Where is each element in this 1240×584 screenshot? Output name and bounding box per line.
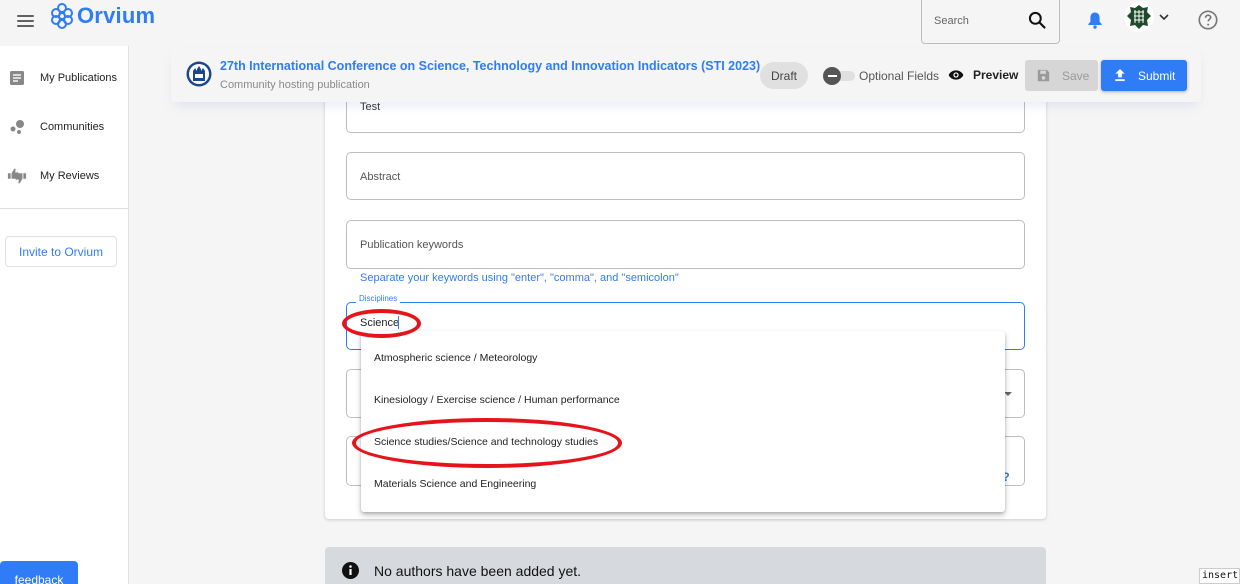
upload-icon bbox=[1115, 69, 1125, 82]
document-icon bbox=[7, 68, 27, 88]
communities-icon bbox=[7, 117, 27, 137]
search-field[interactable] bbox=[921, 0, 1060, 44]
community-logo[interactable] bbox=[186, 61, 212, 87]
orvium-logo[interactable]: Orvium bbox=[50, 2, 155, 30]
disciplines-label: Disciplines bbox=[356, 294, 401, 303]
preview-button[interactable]: Preview bbox=[948, 60, 1018, 90]
sidebar: My Publications Communities My Reviews I… bbox=[0, 46, 129, 584]
reviews-icon bbox=[7, 166, 27, 186]
bell-icon[interactable] bbox=[1085, 10, 1105, 30]
keywords-placeholder: Publication keywords bbox=[360, 239, 464, 251]
submit-button[interactable]: Submit bbox=[1101, 60, 1187, 91]
abstract-placeholder: Abstract bbox=[360, 171, 401, 183]
sidebar-item-label: My Reviews bbox=[40, 170, 100, 182]
sidebar-item-label: My Publications bbox=[40, 72, 118, 84]
discipline-option[interactable]: Materials Science and Engineering bbox=[361, 463, 1005, 505]
sidebar-item-my-publications[interactable]: My Publications bbox=[0, 58, 129, 98]
orvium-logo-icon bbox=[51, 3, 73, 29]
help-icon[interactable] bbox=[1197, 9, 1219, 31]
info-icon bbox=[342, 562, 359, 579]
brand-name: Orvium bbox=[77, 3, 156, 28]
search-icon[interactable] bbox=[1027, 10, 1047, 30]
toggle-thumb[interactable] bbox=[823, 67, 841, 85]
top-bar: Orvium bbox=[0, 0, 1240, 46]
disciplines-input[interactable] bbox=[360, 315, 960, 331]
publication-header: 27th International Conference on Science… bbox=[171, 48, 1201, 102]
eye-icon bbox=[948, 70, 964, 80]
disciplines-autocomplete: Atmospheric science / Meteorology Kinesi… bbox=[361, 331, 1005, 512]
status-badge: Draft bbox=[760, 62, 808, 89]
title-value: Test bbox=[360, 101, 381, 113]
sidebar-item-label: Communities bbox=[40, 121, 105, 133]
search-input[interactable] bbox=[934, 11, 1024, 31]
discipline-option[interactable]: Kinesiology / Exercise science / Human p… bbox=[361, 379, 1005, 421]
optional-fields-toggle[interactable] bbox=[823, 67, 855, 85]
sidebar-divider bbox=[0, 208, 129, 209]
menu-icon[interactable] bbox=[17, 11, 37, 31]
save-label: Save bbox=[1062, 68, 1090, 83]
user-menu[interactable] bbox=[1124, 2, 1169, 32]
sidebar-item-my-reviews[interactable]: My Reviews bbox=[0, 156, 129, 196]
submit-label: Submit bbox=[1138, 68, 1176, 83]
avatar[interactable] bbox=[1124, 2, 1154, 32]
preview-label: Preview bbox=[973, 68, 1019, 82]
discipline-option[interactable]: Atmospheric science / Meteorology bbox=[361, 337, 1005, 379]
text-caret bbox=[398, 316, 399, 329]
community-title[interactable]: 27th International Conference on Science… bbox=[220, 59, 760, 73]
authors-empty-message: No authors have been added yet. bbox=[374, 563, 582, 579]
save-button[interactable]: Save bbox=[1025, 60, 1098, 91]
invite-button[interactable]: Invite to Orvium bbox=[5, 236, 117, 267]
sidebar-item-communities[interactable]: Communities bbox=[0, 107, 129, 147]
chevron-down-icon[interactable] bbox=[1159, 13, 1169, 21]
feedback-button[interactable]: feedback bbox=[0, 561, 78, 584]
insert-mode-indicator: insert bbox=[1199, 568, 1240, 584]
keywords-hint: Separate your keywords using "enter", "c… bbox=[360, 272, 679, 284]
community-subtitle: Community hosting publication bbox=[220, 79, 370, 91]
dropdown-arrow-icon[interactable] bbox=[1004, 392, 1012, 396]
abstract-field[interactable]: Abstract bbox=[346, 152, 1025, 200]
save-icon bbox=[1037, 69, 1050, 82]
optional-fields-label: Optional Fields bbox=[859, 69, 940, 83]
keywords-field[interactable]: Publication keywords bbox=[346, 220, 1025, 269]
discipline-option-highlighted[interactable]: Science studies/Science and technology s… bbox=[361, 421, 1005, 463]
authors-info-banner: No authors have been added yet. bbox=[325, 547, 1046, 584]
